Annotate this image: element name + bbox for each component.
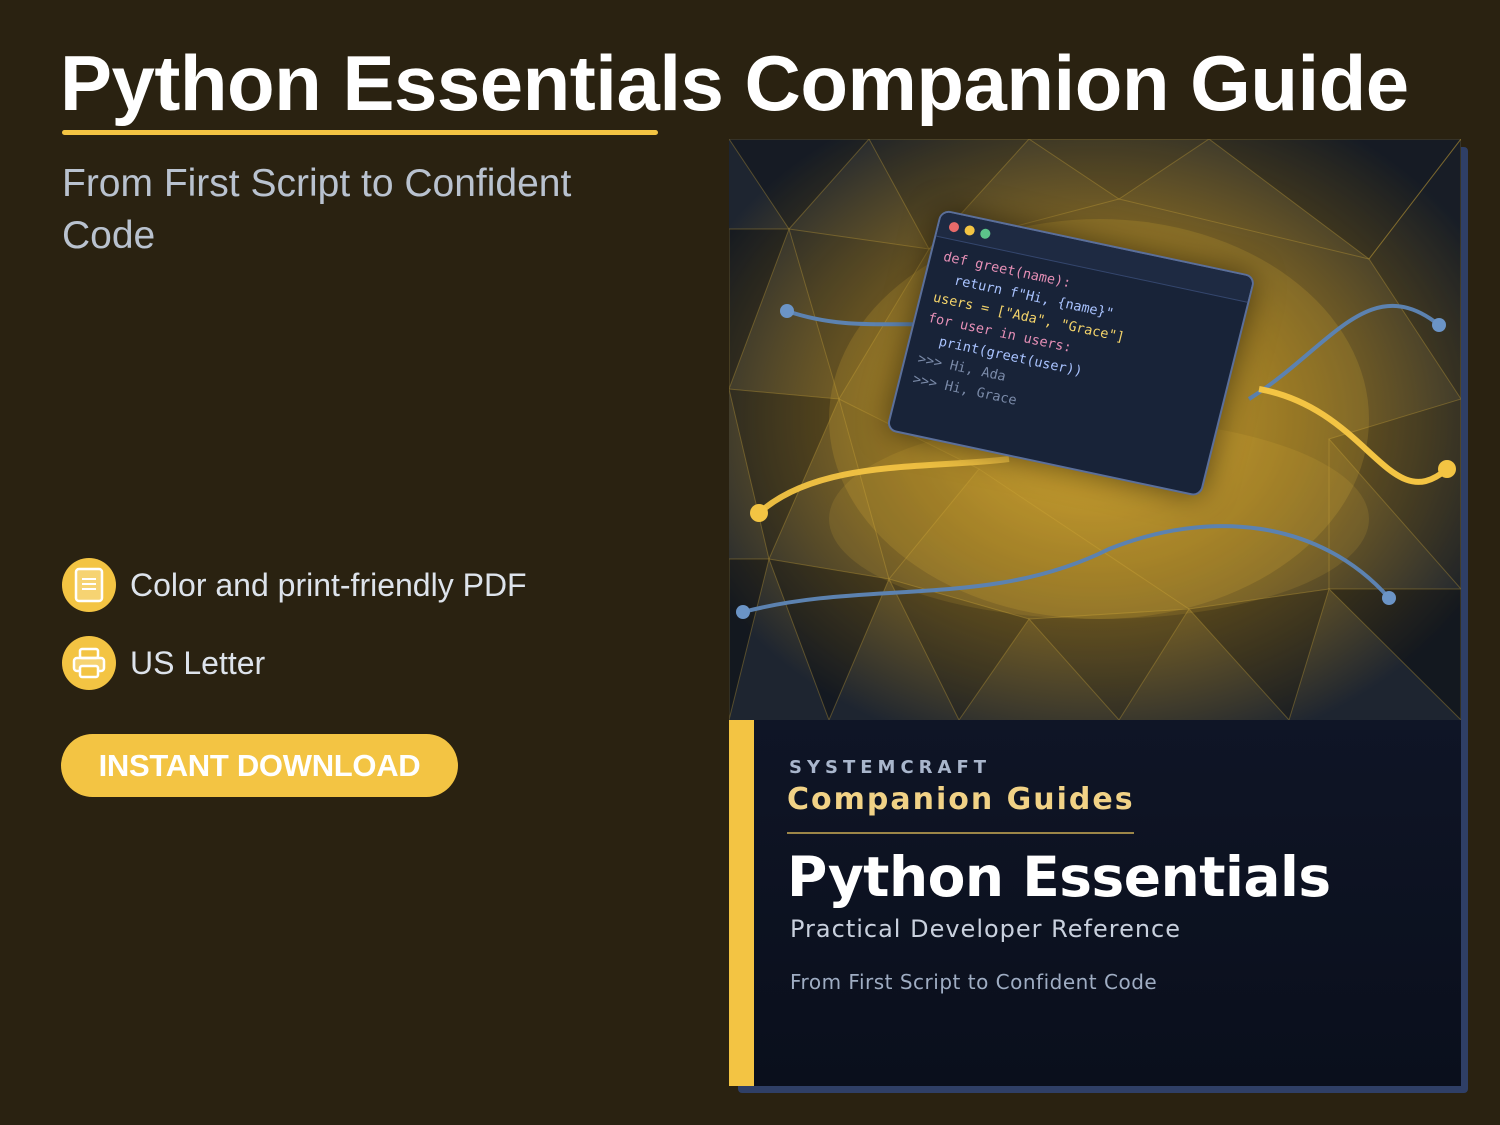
feature-label-pdf: Color and print-friendly PDF bbox=[130, 566, 527, 603]
minimize-dot-icon bbox=[963, 224, 976, 237]
series-name: Companion Guides bbox=[787, 782, 1135, 817]
printer-icon bbox=[62, 636, 116, 690]
document-icon bbox=[62, 558, 116, 612]
feature-letter: US Letter bbox=[62, 636, 265, 690]
title-underline bbox=[62, 130, 658, 135]
series-divider bbox=[787, 832, 1134, 834]
maximize-dot-icon bbox=[979, 227, 992, 240]
page-subtitle: From First Script to Confident Code bbox=[62, 162, 572, 257]
feature-label-letter: US Letter bbox=[130, 644, 266, 681]
book-subtitle: Practical Developer Reference bbox=[790, 915, 1182, 943]
book-title: Python Essentials bbox=[787, 845, 1331, 909]
book-tagline: From First Script to Confident Code bbox=[790, 970, 1158, 994]
page-title: Python Essentials Companion Guide bbox=[60, 39, 1409, 127]
close-dot-icon bbox=[947, 221, 961, 233]
cover-text-panel: SYSTEMCRAFT Companion Guides Python Esse… bbox=[729, 720, 1461, 1086]
cover-accent-bar bbox=[729, 720, 754, 1086]
book-cover: def greet(name): return f"Hi, {name}" us… bbox=[729, 139, 1461, 1086]
brand-name: SYSTEMCRAFT bbox=[789, 757, 992, 778]
instant-download-button[interactable]: INSTANT DOWNLOAD bbox=[61, 734, 458, 797]
feature-pdf: Color and print-friendly PDF bbox=[62, 558, 527, 612]
